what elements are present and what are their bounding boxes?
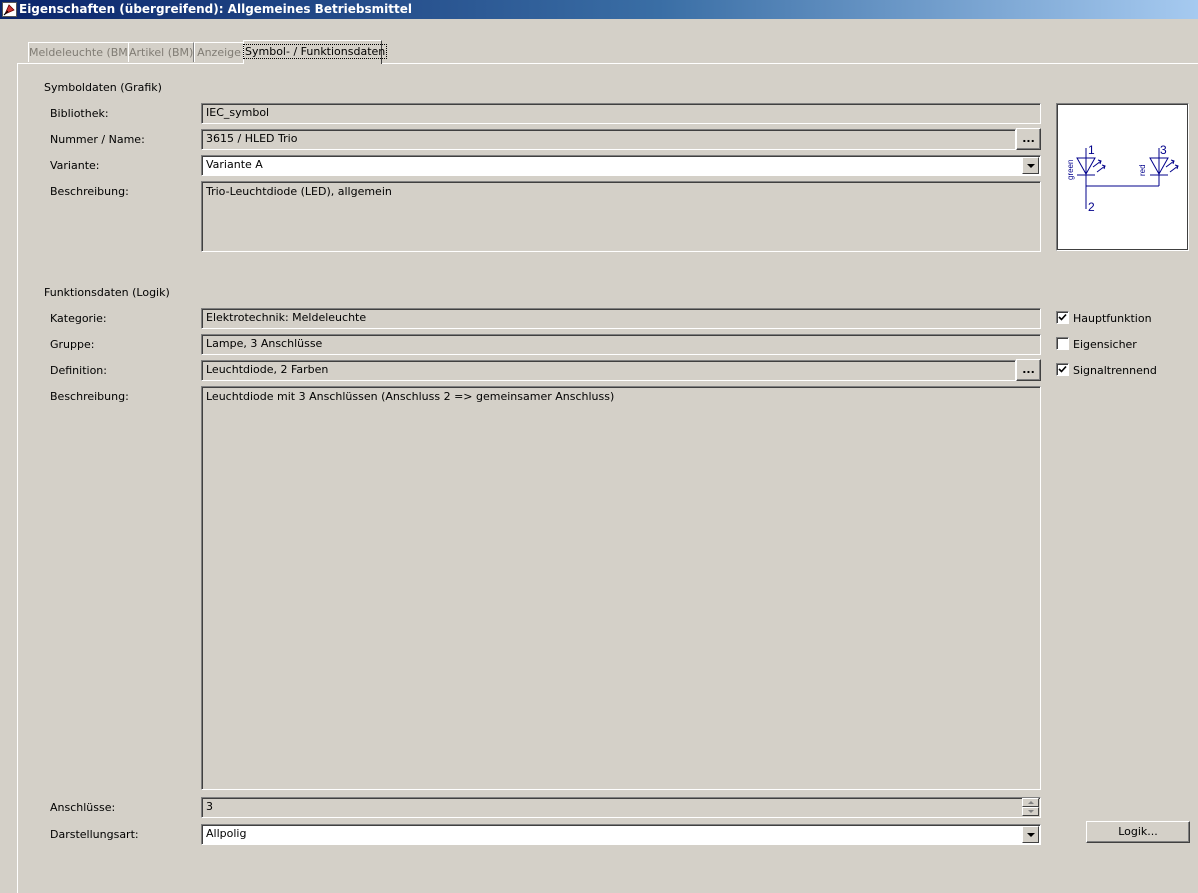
anschluesse-spin-up-icon[interactable] (1022, 798, 1039, 807)
signaltrennend-checkbox[interactable] (1056, 363, 1069, 376)
tab-label: Anzeige (197, 46, 241, 59)
symbol-beschreibung-label: Beschreibung: (50, 185, 129, 198)
gruppe-field: Lampe, 3 Anschlüsse (201, 334, 1041, 355)
anschluesse-field[interactable]: 3 (201, 797, 1041, 818)
check-icon (1058, 365, 1067, 373)
led-trio-symbol-icon: 1 2 3 green red (1066, 143, 1179, 214)
bibliothek-label: Bibliothek: (50, 107, 109, 120)
variante-label: Variante: (50, 159, 100, 172)
definition-label: Definition: (50, 364, 107, 377)
logik-button[interactable]: Logik... (1086, 821, 1190, 843)
title-bar: Eigenschaften (übergreifend): Allgemeine… (0, 0, 1198, 19)
kategorie-field: Elektrotechnik: Meldeleuchte (201, 308, 1041, 329)
nummer-label: Nummer / Name: (50, 133, 145, 146)
function-group-title: Funktionsdaten (Logik) (42, 286, 172, 299)
tab-label: Symbol- / Funktionsdaten (242, 44, 388, 59)
gruppe-label: Gruppe: (50, 338, 95, 351)
window-title: Eigenschaften (übergreifend): Allgemeine… (19, 2, 412, 16)
tab-symbol-funktionsdaten[interactable]: Symbol- / Funktionsdaten (242, 40, 388, 64)
symbol-group-title: Symboldaten (Grafik) (42, 81, 164, 94)
tab-anzeige[interactable]: Anzeige (194, 42, 244, 62)
anschluesse-label: Anschlüsse: (50, 801, 116, 814)
function-beschreibung-field: Leuchtdiode mit 3 Anschlüssen (Anschluss… (201, 386, 1041, 790)
pin-1-label: 1 (1088, 143, 1095, 157)
symbol-preview: 1 2 3 green red (1056, 103, 1189, 251)
pin-3-label: 3 (1160, 143, 1167, 157)
hauptfunktion-label: Hauptfunktion (1073, 312, 1152, 325)
check-icon (1058, 313, 1067, 321)
anschluesse-spin-down-icon[interactable] (1022, 807, 1039, 816)
symbol-browse-button[interactable]: ... (1016, 128, 1041, 150)
tab-label: Artikel (BM) (129, 46, 194, 59)
definition-browse-button[interactable]: ... (1016, 359, 1041, 381)
tab-meldeleuchte[interactable]: Meldeleuchte (BM) (28, 42, 133, 62)
darstellung-label: Darstellungsart: (50, 828, 139, 841)
signaltrennend-label: Signaltrennend (1073, 364, 1157, 377)
kategorie-label: Kategorie: (50, 312, 107, 325)
function-beschreibung-label: Beschreibung: (50, 390, 129, 403)
color-red-label: red (1138, 164, 1147, 176)
hauptfunktion-checkbox[interactable] (1056, 311, 1069, 324)
darstellung-select[interactable]: Allpolig (201, 824, 1041, 845)
darstellung-dropdown-arrow-icon[interactable] (1022, 826, 1039, 843)
symbol-beschreibung-field: Trio-Leuchtdiode (LED), allgemein (201, 181, 1041, 252)
variante-select[interactable]: Variante A (201, 155, 1041, 176)
bibliothek-field: IEC_symbol (201, 103, 1041, 124)
variante-dropdown-arrow-icon[interactable] (1022, 157, 1039, 174)
pin-2-label: 2 (1088, 200, 1095, 214)
definition-field: Leuchtdiode, 2 Farben (201, 360, 1016, 381)
app-icon (2, 2, 17, 17)
tab-label: Meldeleuchte (BM) (29, 46, 133, 59)
color-green-label: green (1066, 160, 1075, 180)
nummer-field: 3615 / HLED Trio (201, 129, 1016, 150)
eigensicher-checkbox[interactable] (1056, 337, 1069, 350)
eigensicher-label: Eigensicher (1073, 338, 1137, 351)
tab-artikel[interactable]: Artikel (BM) (128, 42, 194, 62)
